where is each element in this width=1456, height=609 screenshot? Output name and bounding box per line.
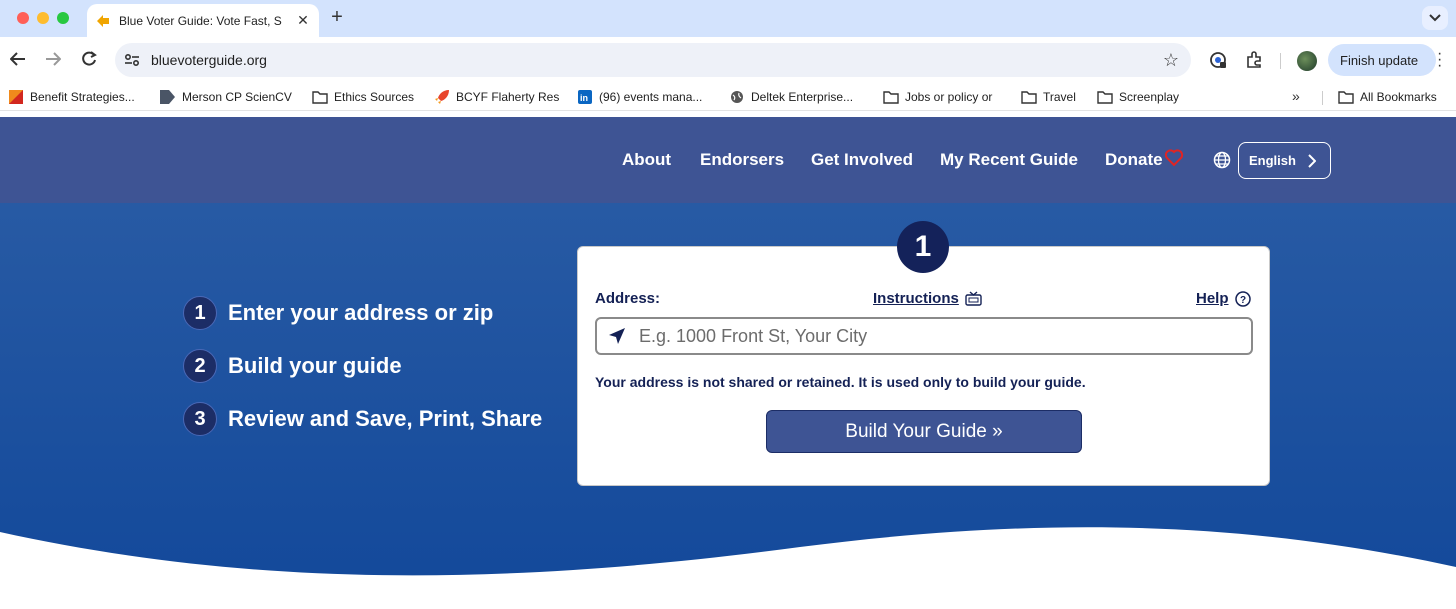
- folder-icon: [312, 89, 328, 105]
- help-link[interactable]: Help ?: [1196, 290, 1251, 307]
- browser-menu-icon[interactable]: · · ·: [1437, 46, 1442, 74]
- bookmark-label: Jobs or policy or: [905, 90, 993, 104]
- new-tab-button[interactable]: +: [327, 6, 347, 29]
- address-placeholder: E.g. 1000 Front St, Your City: [639, 325, 868, 346]
- build-guide-button[interactable]: Build Your Guide »: [766, 410, 1082, 453]
- sciencv-favicon: [160, 89, 176, 105]
- all-bookmarks-label: All Bookmarks: [1360, 90, 1437, 104]
- tab-close-icon[interactable]: ✕: [295, 12, 311, 29]
- bookmark-screenplay[interactable]: Screenplay: [1097, 89, 1179, 105]
- bookmark-ethics-sources[interactable]: Ethics Sources: [312, 89, 414, 105]
- rocket-favicon: [434, 89, 450, 105]
- step-number: 3: [183, 402, 217, 436]
- svg-text:in: in: [580, 93, 588, 103]
- step-text: Build your guide: [228, 353, 402, 378]
- step-text: Review and Save, Print, Share: [228, 406, 543, 431]
- nav-endorsers[interactable]: Endorsers: [700, 150, 784, 170]
- question-circle-icon: ?: [1234, 290, 1251, 307]
- card-step-badge: 1: [897, 221, 949, 273]
- instructions-label: Instructions: [873, 290, 959, 307]
- step-2: 2 Build your guide: [183, 349, 402, 383]
- linkedin-favicon: in: [577, 89, 593, 105]
- nav-about[interactable]: About: [622, 150, 671, 170]
- extension-icon[interactable]: [1208, 50, 1228, 70]
- reload-icon: [82, 51, 97, 66]
- maximize-window-button[interactable]: [57, 12, 69, 24]
- instructions-link[interactable]: Instructions: [873, 290, 982, 307]
- tv-icon: [965, 291, 982, 306]
- bookmark-bcyf-flaherty[interactable]: BCYF Flaherty Res: [434, 89, 559, 105]
- folder-icon: [1021, 89, 1037, 105]
- bookmark-label: Ethics Sources: [334, 90, 415, 104]
- extensions-puzzle-icon[interactable]: [1244, 50, 1264, 70]
- browser-tab-active[interactable]: Blue Voter Guide: Vote Fast, S ✕: [87, 4, 319, 37]
- site-nav: About Endorsers Get Involved My Recent G…: [0, 117, 1456, 203]
- reload-button[interactable]: [79, 49, 99, 69]
- bookmark-jobs-policy[interactable]: Jobs or policy or: [883, 89, 992, 105]
- address-card: Address: Instructions Help ? E.g. 1000 F…: [577, 246, 1270, 486]
- step-1: 1 Enter your address or zip: [183, 296, 493, 330]
- svg-text:?: ?: [1240, 295, 1246, 306]
- bookmark-label: Travel: [1043, 90, 1076, 104]
- bookmark-benefit-strategies[interactable]: Benefit Strategies...: [8, 89, 135, 105]
- step-number: 2: [183, 349, 217, 383]
- privacy-note: Your address is not shared or retained. …: [595, 374, 1086, 390]
- address-bar[interactable]: bluevoterguide.org ☆: [115, 43, 1191, 77]
- forward-button[interactable]: [43, 49, 63, 69]
- chevron-right-icon: [1308, 154, 1316, 168]
- finish-update-button[interactable]: Finish update: [1328, 44, 1436, 76]
- nav-donate[interactable]: Donate: [1105, 150, 1163, 170]
- nav-my-recent-guide[interactable]: My Recent Guide: [940, 150, 1078, 170]
- site-settings-icon: [124, 53, 140, 67]
- step-text: Enter your address or zip: [228, 300, 494, 325]
- folder-icon: [1338, 89, 1354, 105]
- benefit-favicon: [8, 89, 24, 105]
- arrow-left-icon: [10, 52, 25, 66]
- step-number: 1: [183, 296, 217, 330]
- back-button[interactable]: [8, 49, 28, 69]
- globe-favicon: [729, 89, 745, 105]
- heart-icon: [1164, 149, 1184, 167]
- address-label: Address:: [595, 290, 661, 307]
- more-bookmarks-icon[interactable]: »: [1292, 88, 1300, 104]
- step-3: 3 Review and Save, Print, Share: [183, 402, 542, 436]
- bookmark-label: Benefit Strategies...: [30, 90, 135, 104]
- tab-search-button[interactable]: [1422, 6, 1448, 30]
- bookmark-travel[interactable]: Travel: [1021, 89, 1076, 105]
- address-input[interactable]: E.g. 1000 Front St, Your City: [595, 317, 1253, 355]
- all-bookmarks-button[interactable]: All Bookmarks: [1338, 89, 1437, 105]
- language-selector[interactable]: English: [1238, 142, 1331, 179]
- toolbar-divider: [1280, 53, 1281, 69]
- globe-icon: [1213, 151, 1231, 169]
- tab-title: Blue Voter Guide: Vote Fast, S: [119, 13, 282, 28]
- arrow-right-icon: [46, 52, 61, 66]
- bookmark-label: Merson CP ScienCV: [182, 90, 292, 104]
- bookmark-merson-sciencv[interactable]: Merson CP ScienCV: [160, 89, 292, 105]
- language-label: English: [1249, 153, 1296, 168]
- web-page: About Endorsers Get Involved My Recent G…: [0, 117, 1456, 609]
- chevron-down-icon: [1429, 14, 1441, 22]
- bookmark-star-icon[interactable]: ☆: [1163, 50, 1179, 71]
- browser-tab-strip: Blue Voter Guide: Vote Fast, S ✕ +: [0, 0, 1456, 37]
- bookmarks-bar: Benefit Strategies... Merson CP ScienCV …: [0, 83, 1456, 111]
- folder-icon: [883, 89, 899, 105]
- nav-get-involved[interactable]: Get Involved: [811, 150, 913, 170]
- folder-icon: [1097, 89, 1113, 105]
- browser-toolbar: bluevoterguide.org ☆ Finish update · · ·: [0, 37, 1456, 83]
- minimize-window-button[interactable]: [37, 12, 49, 24]
- site-favicon: [96, 14, 110, 28]
- url-text: bluevoterguide.org: [151, 52, 267, 68]
- bookmark-deltek[interactable]: Deltek Enterprise...: [729, 89, 853, 105]
- bookmark-label: BCYF Flaherty Res: [456, 90, 560, 104]
- help-label: Help: [1196, 290, 1229, 307]
- location-arrow-icon[interactable]: [608, 327, 626, 345]
- close-window-button[interactable]: [17, 12, 29, 24]
- bookmark-label: Screenplay: [1119, 90, 1180, 104]
- bookmark-label: Deltek Enterprise...: [751, 90, 854, 104]
- bookmark-label: (96) events mana...: [599, 90, 703, 104]
- bookmark-linkedin-events[interactable]: in (96) events mana...: [577, 89, 702, 105]
- bookmarks-divider: [1322, 91, 1323, 105]
- profile-avatar[interactable]: [1297, 51, 1317, 71]
